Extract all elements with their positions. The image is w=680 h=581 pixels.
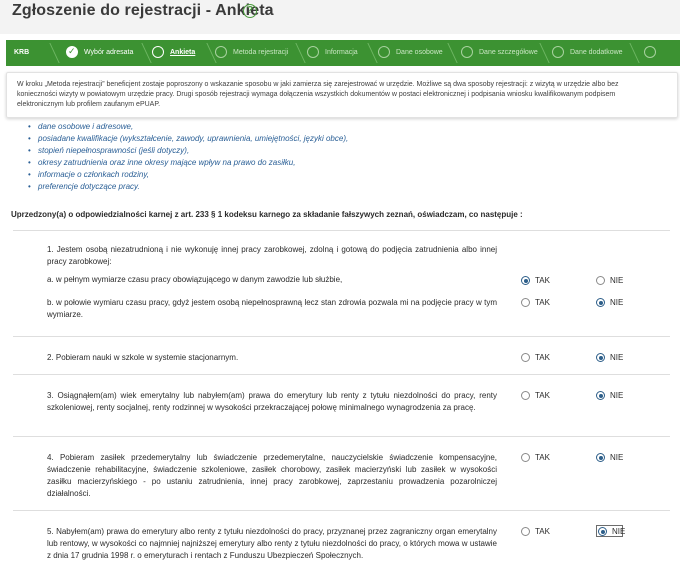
step-circle-icon: [644, 46, 656, 58]
list-item: preferencje dotyczące pracy.: [26, 181, 348, 193]
question-1a-text: a. w pełnym wymiarze czasu pracy obowiąz…: [47, 275, 343, 284]
step-metoda-rejestracji[interactable]: Metoda rejestracji: [215, 40, 288, 66]
step-circle-icon: [152, 46, 164, 58]
divider: [13, 374, 670, 375]
list-item: okresy zatrudnienia oraz inne okresy maj…: [26, 157, 348, 169]
question-2-text: 2. Pobieram nauki w szkole w systemie st…: [47, 353, 239, 362]
step-informacja[interactable]: Informacja: [307, 40, 358, 66]
step-circle-icon: [307, 46, 319, 58]
divider: [13, 336, 670, 337]
step-ankieta[interactable]: Ankieta: [152, 40, 195, 66]
step-dane-szczegolowe[interactable]: Dane szczegółowe: [461, 40, 538, 66]
step-circle-icon: [378, 46, 390, 58]
step-dane-osobowe[interactable]: Dane osobowe: [378, 40, 443, 66]
info-line-2: konieczności wizyty w powiatowym urzędzi…: [17, 91, 616, 98]
info-box: W kroku „Metoda rejestracji” beneficjent…: [6, 72, 678, 118]
divider: [13, 436, 670, 437]
help-icon[interactable]: ?: [243, 4, 257, 18]
question-1-text: 1. Jestem osobą niezatrudnioną i nie wyk…: [47, 245, 497, 266]
page-header: Zgłoszenie do rejestracji - Ankieta ?: [0, 0, 680, 34]
list-item: stopień niepełnosprawności (jeśli dotycz…: [26, 145, 348, 157]
info-line-1: W kroku „Metoda rejestracji” beneficjent…: [17, 81, 619, 88]
step-circle-icon: [552, 46, 564, 58]
step-wybor-adresata[interactable]: Wybór adresata: [66, 40, 133, 66]
step-brand: KRB: [14, 49, 30, 56]
question-4-text: 4. Pobieram zasiłek przedemerytalny lub …: [47, 453, 497, 498]
info-line-3: elektronicznym lub profilem zaufanym ePU…: [17, 101, 161, 108]
declaration-heading: Uprzedzony(a) o odpowiedzialności karnej…: [11, 210, 523, 219]
question-5-text: 5. Nabyłem(am) prawa do emerytury albo r…: [47, 527, 497, 560]
divider: [13, 230, 670, 231]
list-item: informacje o członkach rodziny,: [26, 169, 348, 181]
step-dane-dodatkowe[interactable]: Dane dodatkowe: [552, 40, 623, 66]
required-data-list: dane osobowe i adresowe, posiadane kwali…: [26, 121, 348, 193]
list-item: posiadane kwalifikacje (wykształcenie, z…: [26, 133, 348, 145]
step-circle-icon: [215, 46, 227, 58]
page-title: Zgłoszenie do rejestracji - Ankieta: [12, 2, 274, 19]
divider: [13, 510, 670, 511]
step-circle-icon: [461, 46, 473, 58]
question-3-text: 3. Osiągnąłem(am) wiek emerytalny lub na…: [47, 391, 497, 412]
question-1b-text: b. w połowie wymiaru czasu pracy, gdyż j…: [47, 298, 497, 319]
check-icon: [66, 40, 78, 64]
wizard-steps: KRB Wybór adresata Ankieta Metoda rejest…: [6, 40, 680, 66]
list-item: dane osobowe i adresowe,: [26, 121, 348, 133]
